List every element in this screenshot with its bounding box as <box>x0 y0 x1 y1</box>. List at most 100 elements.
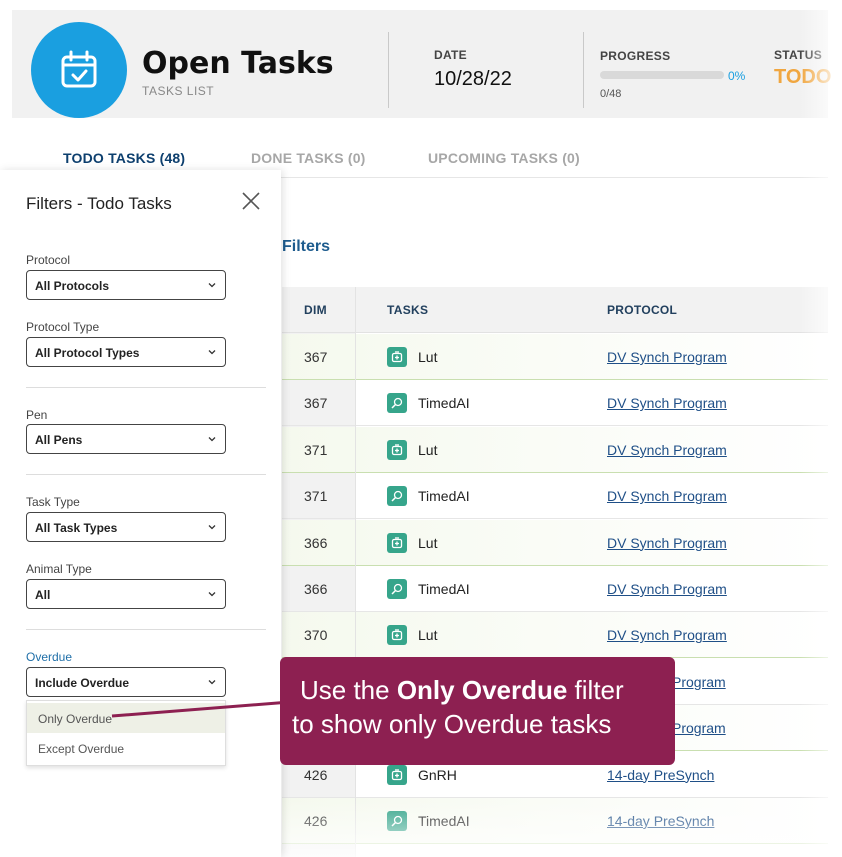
column-header-tasks[interactable]: TASKS <box>387 303 428 317</box>
protocol-type-select-value: All Protocol Types <box>35 346 140 360</box>
syringe-icon <box>387 532 407 553</box>
syringe-icon <box>387 764 407 785</box>
header-divider <box>388 32 389 108</box>
cell-dim: 367 <box>304 395 328 412</box>
filter-panel: Filters - Todo Tasks Protocol All Protoc… <box>0 170 281 857</box>
screen: Open Tasks TASKS LIST DATE 10/28/22 PROG… <box>0 0 842 857</box>
syringe-icon <box>387 625 407 646</box>
inseminate-icon <box>387 393 407 414</box>
table-row[interactable]: 371 Lut DV Synch Program <box>282 426 828 473</box>
close-icon[interactable] <box>240 190 262 212</box>
cell-protocol-link[interactable]: Program <box>672 674 726 690</box>
protocol-type-select[interactable]: All Protocol Types <box>26 337 226 367</box>
protocol-label: Protocol <box>26 253 71 267</box>
option-label: Only Overdue <box>38 712 113 726</box>
animal-type-label: Animal Type <box>26 562 92 576</box>
cell-protocol-link[interactable]: DV Synch Program <box>607 442 727 458</box>
cell-protocol-link[interactable]: DV Synch Program <box>607 581 727 597</box>
inseminate-icon <box>387 486 407 507</box>
tab-done-tasks[interactable]: DONE TASKS (0) <box>251 150 366 166</box>
divider <box>26 474 266 475</box>
status-value: TODO <box>774 66 832 88</box>
tab-upcoming-tasks[interactable]: UPCOMING TASKS (0) <box>428 150 580 166</box>
status-label: STATUS <box>774 48 823 62</box>
cell-task-name: Lut <box>418 534 438 551</box>
syringe-icon <box>387 439 407 460</box>
cell-task-name: TimedAI <box>418 395 470 412</box>
overdue-select-value: Include Overdue <box>35 676 130 690</box>
table-row[interactable]: 366 Lut DV Synch Program <box>282 519 828 566</box>
option-except-overdue[interactable]: Except Overdue <box>27 733 225 763</box>
option-only-overdue[interactable]: Only Overdue <box>27 703 225 733</box>
cell-dim: 426 <box>304 766 328 783</box>
cell-task-name: Lut <box>418 349 438 365</box>
overdue-select[interactable]: Include Overdue <box>26 667 226 697</box>
progress-count: 0/48 <box>600 88 622 100</box>
table-row[interactable]: 371 TimedAI DV Synch Program <box>282 473 828 520</box>
tab-todo-tasks[interactable]: TODO TASKS (48) <box>63 150 185 166</box>
callout-box: Use the Only Overdue filter to show only… <box>280 657 675 765</box>
overdue-dropdown-menu: Only Overdue Except Overdue <box>26 700 226 766</box>
cell-protocol-link[interactable]: Program <box>672 720 726 736</box>
cell-task-name: TimedAI <box>418 581 470 597</box>
divider <box>26 387 266 388</box>
task-type-select-value: All Task Types <box>35 521 118 535</box>
chevron-down-icon <box>208 283 216 288</box>
cell-protocol-link[interactable]: 14-day PreSynch <box>607 813 714 829</box>
cell-dim: 371 <box>304 488 328 505</box>
inseminate-icon <box>387 811 407 831</box>
option-label: Except Overdue <box>38 742 125 756</box>
divider <box>26 629 266 630</box>
column-header-protocol[interactable]: PROTOCOL <box>607 303 677 317</box>
cell-protocol-link[interactable]: DV Synch Program <box>607 488 727 504</box>
table-row[interactable]: 370 Lut DV Synch Program <box>282 612 828 659</box>
filters-link[interactable]: Filters <box>282 238 330 256</box>
date-label: DATE <box>434 48 467 62</box>
cell-task-name: TimedAI <box>418 813 470 829</box>
protocol-type-label: Protocol Type <box>26 320 100 334</box>
page-title: Open Tasks <box>142 46 334 81</box>
protocol-select-value: All Protocols <box>35 279 110 293</box>
pen-select-value: All Pens <box>35 433 83 447</box>
task-type-label: Task Type <box>26 495 80 509</box>
chevron-down-icon <box>208 680 216 685</box>
cell-task-name: TimedAI <box>418 488 470 505</box>
callout-suffix: filter <box>567 675 624 705</box>
column-divider <box>355 287 356 857</box>
pen-label: Pen <box>26 408 48 422</box>
cell-protocol-link[interactable]: DV Synch Program <box>607 627 727 643</box>
calendar-check-icon <box>31 22 127 118</box>
chevron-down-icon <box>208 592 216 597</box>
date-value: 10/28/22 <box>434 68 512 90</box>
overdue-label: Overdue <box>26 650 73 664</box>
progress-label: PROGRESS <box>600 49 671 63</box>
filter-panel-title: Filters - Todo Tasks <box>26 194 172 213</box>
cell-dim: 426 <box>304 813 328 829</box>
cell-task-name: Lut <box>418 627 438 644</box>
callout-line-1: Use the Only Overdue filter <box>300 675 624 706</box>
chevron-down-icon <box>208 350 216 355</box>
cell-task-name: GnRH <box>418 766 457 783</box>
chevron-down-icon <box>208 437 216 442</box>
cell-dim: 367 <box>304 349 328 365</box>
callout-line-2: to show only Overdue tasks <box>292 709 612 739</box>
header-divider <box>583 32 584 108</box>
task-type-select[interactable]: All Task Types <box>26 512 226 542</box>
column-header-dim[interactable]: DIM <box>304 303 327 317</box>
table-row[interactable]: 426 TimedAI 14-day PreSynch <box>282 798 828 844</box>
cell-protocol-link[interactable]: DV Synch Program <box>607 395 727 411</box>
cell-protocol-link[interactable]: 14-day PreSynch <box>607 767 714 783</box>
syringe-icon <box>387 347 407 367</box>
cell-dim: 366 <box>304 581 328 597</box>
pen-select[interactable]: All Pens <box>26 424 226 454</box>
animal-type-select[interactable]: All <box>26 579 226 609</box>
table-row[interactable]: 367 Lut DV Synch Program <box>282 334 828 380</box>
animal-type-select-value: All <box>35 588 51 602</box>
progress-percent: 0% <box>728 69 746 83</box>
table-row[interactable]: 367 TimedAI DV Synch Program <box>282 380 828 427</box>
table-row[interactable]: 366 TimedAI DV Synch Program <box>282 566 828 612</box>
cell-protocol-link[interactable]: DV Synch Program <box>607 535 727 551</box>
table-header: DIM TASKS PROTOCOL <box>282 287 828 333</box>
protocol-select[interactable]: All Protocols <box>26 270 226 300</box>
cell-protocol-link[interactable]: DV Synch Program <box>607 349 727 365</box>
